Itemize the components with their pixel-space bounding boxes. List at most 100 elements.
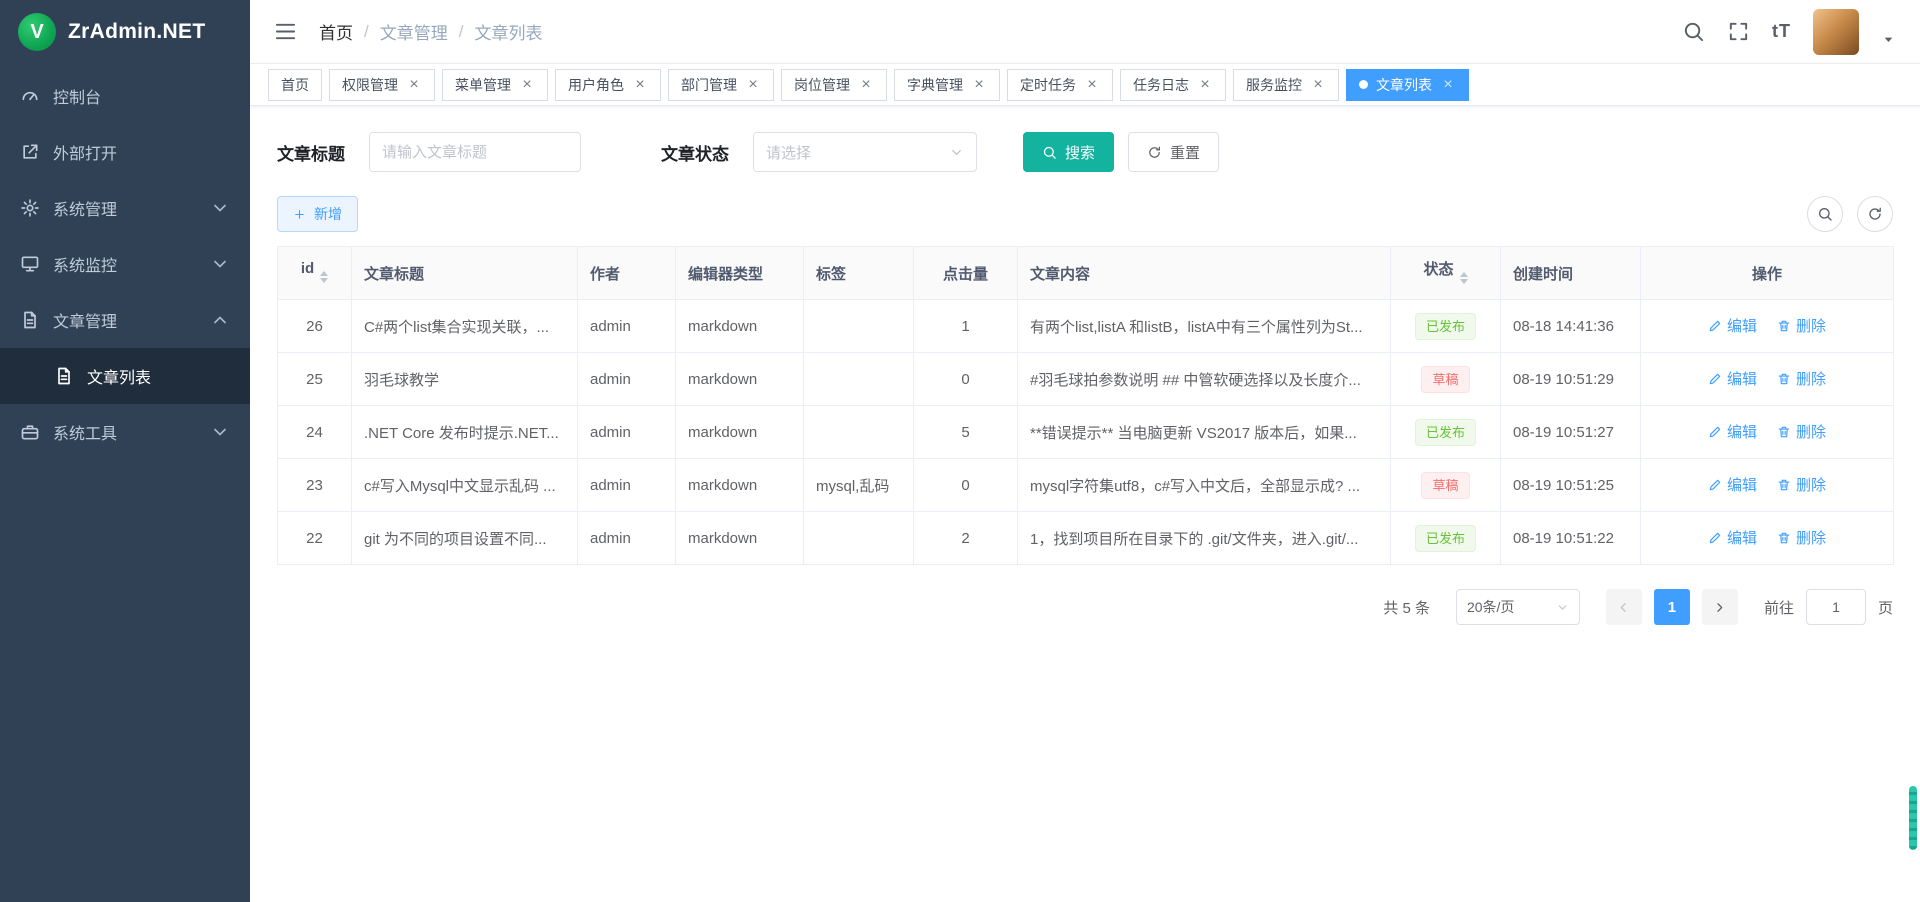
goto-page-input[interactable] [1806, 589, 1866, 625]
close-icon[interactable]: × [745, 77, 761, 93]
breadcrumb-item[interactable]: 首页 [319, 19, 353, 44]
add-button[interactable]: 新增 [277, 196, 358, 232]
trash-icon [1777, 531, 1791, 545]
sidebar-item-article-list[interactable]: 文章列表 [0, 348, 250, 404]
tab-service-monitor[interactable]: 服务监控× [1233, 69, 1339, 101]
close-icon[interactable]: × [1197, 77, 1213, 93]
trash-icon [1777, 372, 1791, 386]
toggle-search-button[interactable] [1807, 196, 1843, 232]
cell-editor: markdown [676, 300, 804, 353]
tab-task-log[interactable]: 任务日志× [1120, 69, 1226, 101]
close-icon[interactable]: × [1310, 77, 1326, 93]
prev-page-button[interactable] [1606, 589, 1642, 625]
reset-button-label: 重置 [1170, 142, 1200, 163]
cell-editor: markdown [676, 353, 804, 406]
delete-button-label: 删除 [1796, 527, 1826, 548]
dashboard-icon [20, 86, 40, 106]
edit-button[interactable]: 编辑 [1708, 527, 1757, 548]
filter-bar: 文章标题 文章状态 请选择 搜索 重置 [277, 132, 1893, 172]
close-icon[interactable]: × [406, 77, 422, 93]
sidebar-item-label: 文章管理 [53, 308, 117, 332]
tab-scheduled-task[interactable]: 定时任务× [1007, 69, 1113, 101]
sort-carets-icon[interactable] [1460, 268, 1468, 288]
goto-label: 前往 [1764, 597, 1794, 618]
next-page-button[interactable] [1702, 589, 1738, 625]
close-icon[interactable]: × [632, 77, 648, 93]
tab-post[interactable]: 岗位管理× [781, 69, 887, 101]
tab-label: 字典管理 [907, 75, 963, 95]
status-badge: 草稿 [1421, 472, 1469, 499]
breadcrumb-item[interactable]: 文章管理 [380, 19, 448, 44]
sort-carets-icon[interactable] [320, 267, 328, 287]
tab-permission[interactable]: 权限管理 × [329, 69, 435, 101]
column-header-label: 文章内容 [1030, 266, 1090, 283]
delete-button[interactable]: 删除 [1777, 474, 1826, 495]
app-title: ZrAdmin.NET [68, 20, 205, 44]
tab-menu[interactable]: 菜单管理× [442, 69, 548, 101]
sidebar-item-article-management[interactable]: 文章管理 [0, 292, 250, 348]
delete-button[interactable]: 删除 [1777, 421, 1826, 442]
sort-desc-icon[interactable] [1460, 279, 1468, 288]
column-header-title: 文章标题 [352, 247, 578, 300]
logo-icon: V [18, 13, 56, 51]
sort-asc-icon[interactable] [320, 267, 328, 276]
tab-user-role[interactable]: 用户角色× [555, 69, 661, 101]
pencil-icon [1708, 531, 1722, 545]
cell-created: 08-19 10:51:25 [1501, 459, 1641, 512]
article-title-input[interactable] [369, 132, 581, 172]
tab-label: 权限管理 [342, 75, 398, 95]
cell-content: **错误提示** 当电脑更新 VS2017 版本后，如果... [1018, 406, 1391, 459]
scrollbar-thumb[interactable] [1909, 786, 1917, 850]
sidebar-item-system-management[interactable]: 系统管理 [0, 180, 250, 236]
article-status-label: 文章状态 [661, 140, 729, 165]
search-button[interactable]: 搜索 [1023, 132, 1114, 172]
sidebar-item-dashboard[interactable]: 控制台 [0, 68, 250, 124]
page-size-select[interactable]: 20条/页 [1456, 589, 1580, 625]
cell-created: 08-19 10:51:22 [1501, 512, 1641, 565]
search-icon[interactable] [1682, 20, 1705, 43]
tab-home[interactable]: 首页 [268, 69, 322, 101]
sidebar-item-system-tools[interactable]: 系统工具 [0, 404, 250, 460]
sidebar-item-external-open[interactable]: 外部打开 [0, 124, 250, 180]
column-header-status[interactable]: 状态 [1391, 247, 1501, 300]
close-icon[interactable]: × [858, 77, 874, 93]
edit-button[interactable]: 编辑 [1708, 421, 1757, 442]
search-button-label: 搜索 [1065, 142, 1095, 163]
column-header-id[interactable]: id [278, 247, 352, 300]
edit-button[interactable]: 编辑 [1708, 474, 1757, 495]
delete-button[interactable]: 删除 [1777, 368, 1826, 389]
sidebar: V ZrAdmin.NET 控制台外部打开系统管理系统监控文章管理文章列表系统工… [0, 0, 250, 902]
sort-asc-icon[interactable] [1460, 268, 1468, 277]
menu-fold-icon[interactable] [274, 20, 297, 43]
avatar[interactable] [1813, 9, 1859, 55]
cell-id: 25 [278, 353, 352, 406]
cell-tag [804, 406, 914, 459]
close-icon[interactable]: × [1440, 77, 1456, 93]
page-number-button[interactable]: 1 [1654, 589, 1690, 625]
status-badge: 已发布 [1415, 525, 1476, 552]
close-icon[interactable]: × [519, 77, 535, 93]
delete-button[interactable]: 删除 [1777, 315, 1826, 336]
edit-button[interactable]: 编辑 [1708, 368, 1757, 389]
cell-id: 24 [278, 406, 352, 459]
font-size-icon[interactable]: tT [1772, 20, 1791, 43]
refresh-button[interactable] [1857, 196, 1893, 232]
tab-department[interactable]: 部门管理× [668, 69, 774, 101]
sidebar-item-system-monitor[interactable]: 系统监控 [0, 236, 250, 292]
close-icon[interactable]: × [1084, 77, 1100, 93]
edit-button[interactable]: 编辑 [1708, 315, 1757, 336]
chevron-up-icon [210, 310, 230, 330]
reset-button[interactable]: 重置 [1128, 132, 1219, 172]
pencil-icon [1708, 319, 1722, 333]
cell-hits: 5 [914, 406, 1018, 459]
tab-article-list[interactable]: 文章列表× [1346, 69, 1469, 101]
delete-button[interactable]: 删除 [1777, 527, 1826, 548]
edit-button-label: 编辑 [1727, 474, 1757, 495]
caret-down-icon[interactable] [1881, 32, 1896, 47]
sort-desc-icon[interactable] [320, 278, 328, 287]
tab-dictionary[interactable]: 字典管理 × [894, 69, 1000, 101]
article-status-select[interactable]: 请选择 [753, 132, 977, 172]
close-icon[interactable]: × [971, 77, 987, 93]
delete-button-label: 删除 [1796, 421, 1826, 442]
fullscreen-icon[interactable] [1727, 20, 1750, 43]
